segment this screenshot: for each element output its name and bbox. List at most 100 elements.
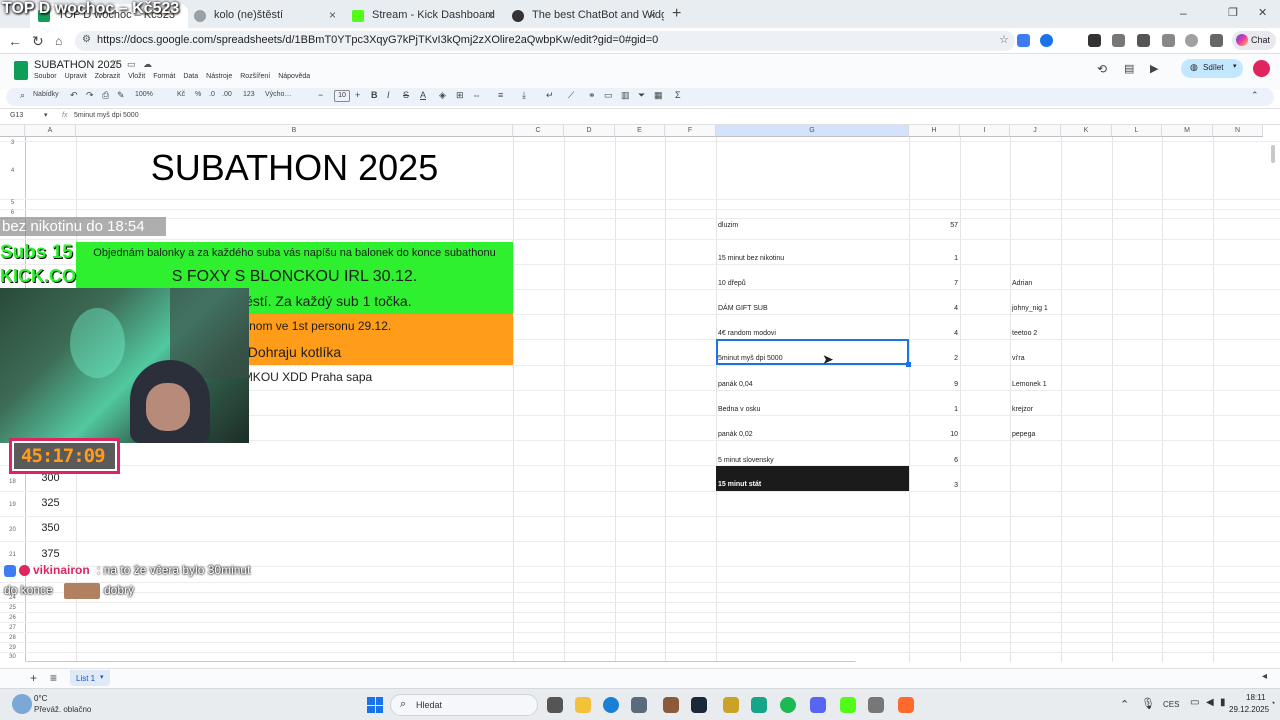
tab-kick-dashboard[interactable]: Stream - Kick Dashboard × <box>344 4 502 28</box>
clock-time[interactable]: 18:11 <box>1246 693 1265 702</box>
fill-color-icon[interactable]: ◈ <box>439 90 446 101</box>
cell-g-label[interactable]: 4€ random modovi <box>718 330 776 337</box>
spotify-icon[interactable] <box>780 697 796 713</box>
functions-button[interactable]: Σ <box>675 90 681 100</box>
add-comment-icon[interactable]: ▭ <box>604 90 613 101</box>
fill-handle[interactable] <box>906 362 911 367</box>
reload-icon[interactable]: ↻ <box>32 33 44 50</box>
cell-g-label[interactable]: Bedna v osku <box>718 406 760 413</box>
cell-j-name[interactable]: krejzor <box>1012 406 1033 413</box>
print-icon[interactable]: ⎙ <box>102 90 109 101</box>
cell-b-row[interactable]: S FOXY S BLONCKOU IRL 30.12. <box>76 264 513 289</box>
cell-g-label[interactable]: 5 minut slovensky <box>718 457 774 464</box>
menu-data[interactable]: Data <box>183 73 198 80</box>
row-header[interactable]: 3 <box>0 140 25 146</box>
extension-icon[interactable] <box>1040 34 1053 47</box>
row-header[interactable]: 6 <box>0 210 25 216</box>
name-box[interactable]: G13 <box>10 112 23 119</box>
sheets-logo-icon[interactable] <box>14 61 28 80</box>
profile-avatar[interactable] <box>1185 34 1198 47</box>
filter-views-icon[interactable]: ▦ <box>654 90 663 101</box>
menu-view[interactable]: Zobrazit <box>95 73 120 80</box>
site-info-icon[interactable]: ⚙ <box>82 34 91 45</box>
cell-g-label[interactable]: DÁM GIFT SUB <box>718 305 768 312</box>
language-indicator[interactable]: CES <box>1163 700 1179 709</box>
decrease-decimal-button[interactable]: .0 <box>209 91 215 98</box>
edge-icon[interactable] <box>603 697 619 713</box>
close-icon[interactable]: × <box>487 8 494 22</box>
kick-app-icon[interactable] <box>840 697 856 713</box>
url-input[interactable]: ⚙ https://docs.google.com/spreadsheets/d… <box>75 31 1015 51</box>
start-button[interactable] <box>367 697 383 713</box>
network-icon[interactable]: ▭ <box>1190 697 1199 708</box>
cell-g-label[interactable]: dluzim <box>718 222 738 229</box>
cell-h-value[interactable]: 10 <box>909 431 958 438</box>
task-view-icon[interactable] <box>547 697 563 713</box>
copilot-chat-button[interactable]: Chat <box>1232 31 1276 50</box>
column-header-j[interactable]: J <box>1010 125 1061 137</box>
new-tab-button[interactable]: + <box>672 5 681 23</box>
cell-h-value[interactable]: 7 <box>909 280 958 287</box>
cell-a-value[interactable]: 375 <box>25 548 76 560</box>
cell-g-label[interactable]: panák 0,02 <box>718 431 753 438</box>
minimize-button[interactable]: – <box>1180 6 1187 20</box>
row-header[interactable]: 21 <box>0 552 25 558</box>
cell-h-value[interactable]: 1 <box>909 255 958 262</box>
redo-icon[interactable]: ↷ <box>86 90 94 101</box>
favorites-icon[interactable] <box>1162 34 1175 47</box>
add-sheet-button[interactable]: + <box>30 671 37 685</box>
cell-h-value[interactable]: 1 <box>909 406 958 413</box>
menu-format[interactable]: Formát <box>153 73 175 80</box>
weather-description[interactable]: Převáž. oblačno <box>34 705 91 714</box>
undo-icon[interactable]: ↶ <box>70 90 78 101</box>
comment-icon[interactable]: ▤ <box>1124 62 1134 75</box>
cell-g-label[interactable]: 15 minut bez nikotinu <box>718 255 784 262</box>
align-horizontal-icon[interactable]: ≡ <box>498 90 503 100</box>
steam-icon[interactable] <box>691 697 707 713</box>
explore-icon[interactable]: ◂ <box>1262 671 1267 682</box>
cell-j-name[interactable]: Lemonek 1 <box>1012 381 1047 388</box>
font-size-decrease[interactable]: − <box>318 90 323 100</box>
row-header[interactable]: 29 <box>0 645 25 651</box>
window-close-button[interactable]: ✕ <box>1258 6 1267 19</box>
extension-icon[interactable] <box>1017 34 1030 47</box>
cell-h-value[interactable]: 4 <box>909 305 958 312</box>
align-vertical-icon[interactable]: ⤓ <box>522 90 526 101</box>
horizontal-scrollbar[interactable] <box>26 661 856 662</box>
cell-j-name[interactable]: johny_nig 1 <box>1012 305 1048 312</box>
column-header-a[interactable]: A <box>25 125 76 137</box>
maximize-button[interactable]: ❐ <box>1228 6 1238 19</box>
column-header-k[interactable]: K <box>1061 125 1112 137</box>
account-avatar[interactable] <box>1253 60 1270 77</box>
italic-button[interactable]: I <box>387 90 390 100</box>
all-sheets-button[interactable]: ≡ <box>50 671 57 685</box>
weather-temp[interactable]: 0°C <box>34 694 47 703</box>
menu-icon[interactable] <box>1210 34 1223 47</box>
cell-g-label[interactable]: panák 0,04 <box>718 381 753 388</box>
search-icon[interactable]: ⌕ <box>20 90 25 101</box>
column-header-e[interactable]: E <box>615 125 665 137</box>
cell-j-name[interactable]: Adrian <box>1012 280 1032 287</box>
menu-extensions[interactable]: Rozšíření <box>240 73 270 80</box>
taskbar-search[interactable]: ⌕ Hledat <box>390 694 538 716</box>
battery-icon[interactable]: ▮ <box>1220 697 1226 708</box>
clock-date[interactable]: 29.12.2025 <box>1229 705 1269 714</box>
cell-j-name[interactable]: pepega <box>1012 431 1035 438</box>
menus-search-button[interactable]: Nabídky <box>33 91 59 98</box>
increase-decimal-button[interactable]: .00 <box>222 91 232 98</box>
file-explorer-icon[interactable] <box>575 697 591 713</box>
share-button[interactable]: ◍ Sdílet ▾ <box>1181 59 1243 78</box>
currency-format-button[interactable]: Kč <box>177 91 185 98</box>
cell-a-value[interactable]: 325 <box>25 497 76 509</box>
cell-g-label[interactable]: 5minut myš dpi 5000 <box>718 355 783 362</box>
app-icon[interactable] <box>663 697 679 713</box>
cell-a-value[interactable]: 350 <box>25 522 76 534</box>
column-header-d[interactable]: D <box>564 125 615 137</box>
cell-h-value[interactable]: 3 <box>909 482 958 489</box>
column-header-c[interactable]: C <box>513 125 564 137</box>
text-rotation-icon[interactable]: ⟋ <box>568 90 574 101</box>
history-icon[interactable]: ⟲ <box>1097 62 1107 76</box>
cell-b-row[interactable]: Objednám balonky a za každého suba vás n… <box>76 242 513 264</box>
row-header[interactable]: 26 <box>0 615 25 621</box>
meet-icon[interactable]: ▶ <box>1150 62 1158 75</box>
